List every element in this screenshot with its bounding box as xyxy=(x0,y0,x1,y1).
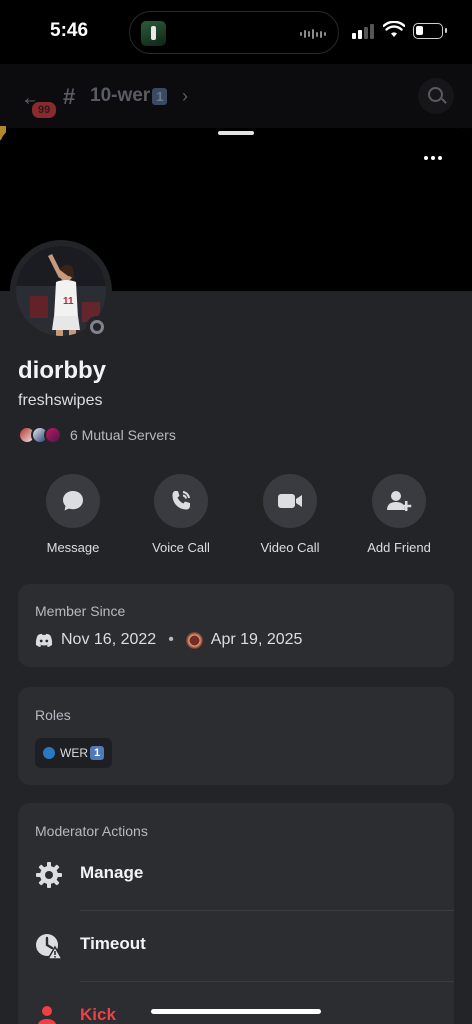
date-separator: • xyxy=(168,631,174,648)
server-icon xyxy=(44,426,62,444)
phone-icon xyxy=(154,474,208,528)
voice-call-label: Voice Call xyxy=(152,540,210,555)
avatar-container[interactable]: 11 xyxy=(10,240,112,342)
role-name: WER xyxy=(60,746,88,760)
battery-icon xyxy=(413,23,447,39)
kick-label: Kick xyxy=(80,1005,116,1024)
status-time: 5:46 xyxy=(50,20,89,41)
discord-join-date: Nov 16, 2022 xyxy=(61,631,157,648)
chevron-right-icon: › xyxy=(182,86,188,106)
roles-card: Roles WER 1 xyxy=(18,687,454,785)
channel-header: ← 99 # 10-wer 1 › xyxy=(0,64,472,128)
moderator-actions-card: Moderator Actions Manage Timeout Kick xyxy=(18,803,454,1024)
unread-badge: 99 xyxy=(30,100,59,120)
wifi-icon xyxy=(383,21,405,37)
member-since-card: Member Since Nov 16, 2022 • Apr 19, 2025 xyxy=(18,584,454,667)
gear-icon xyxy=(36,862,62,888)
message-button[interactable]: Message xyxy=(23,474,123,555)
server-join-date: Apr 19, 2025 xyxy=(210,631,303,648)
svg-text:11: 11 xyxy=(63,296,74,307)
member-since-row: Nov 16, 2022 • Apr 19, 2025 xyxy=(35,631,302,649)
mutual-server-icons xyxy=(18,426,62,444)
voice-call-button[interactable]: Voice Call xyxy=(131,474,231,555)
more-options-icon[interactable] xyxy=(424,156,442,160)
server-icon xyxy=(185,631,203,649)
manage-button[interactable]: Manage xyxy=(18,841,454,911)
kick-user-icon xyxy=(37,1006,57,1024)
channel-keycap: 1 xyxy=(152,88,168,105)
search-icon[interactable] xyxy=(418,78,454,114)
channel-hash-icon: # xyxy=(63,84,76,109)
home-indicator[interactable] xyxy=(151,1009,321,1014)
role-color-dot xyxy=(43,747,55,759)
video-call-label: Video Call xyxy=(260,540,320,555)
offline-status-icon xyxy=(86,316,108,338)
roles-title: Roles xyxy=(35,707,71,723)
add-friend-button[interactable]: Add Friend xyxy=(349,474,449,555)
moderator-actions-title: Moderator Actions xyxy=(35,823,148,839)
discord-logo-icon xyxy=(35,633,53,647)
now-playing-thumbnail xyxy=(141,21,166,46)
username: freshswipes xyxy=(18,392,103,409)
sheet-grabber[interactable] xyxy=(218,131,254,135)
channel-name[interactable]: 10-wer 1 xyxy=(90,85,168,107)
add-friend-icon xyxy=(372,474,426,528)
timeout-label: Timeout xyxy=(80,934,146,953)
add-friend-label: Add Friend xyxy=(367,540,431,555)
audio-waveform-icon xyxy=(300,29,326,39)
timeout-button[interactable]: Timeout xyxy=(18,912,454,982)
cellular-signal-icon xyxy=(352,23,374,39)
profile-sheet: 11 diorbby freshswipes 6 Mutual Servers … xyxy=(0,128,472,1024)
divider xyxy=(80,981,454,982)
channel-name-text: 10-wer xyxy=(90,85,151,106)
display-name: diorbby xyxy=(18,357,106,384)
message-label: Message xyxy=(46,540,100,555)
kick-button[interactable]: Kick xyxy=(18,983,454,1024)
divider xyxy=(80,910,454,911)
mutual-servers[interactable]: 6 Mutual Servers xyxy=(18,426,176,444)
timeout-clock-icon xyxy=(36,934,63,960)
mutual-servers-label: 6 Mutual Servers xyxy=(70,427,176,443)
chat-bubble-icon xyxy=(46,474,100,528)
role-keycap: 1 xyxy=(90,746,105,760)
video-call-button[interactable]: Video Call xyxy=(240,474,340,555)
dynamic-island[interactable] xyxy=(129,11,339,54)
profile-actions: Message Voice Call Video Call Add Friend xyxy=(0,474,472,555)
role-pill[interactable]: WER 1 xyxy=(35,738,113,768)
video-camera-icon xyxy=(263,474,317,528)
status-bar: 5:46 xyxy=(0,0,472,64)
manage-label: Manage xyxy=(80,863,144,882)
member-since-title: Member Since xyxy=(35,603,126,619)
